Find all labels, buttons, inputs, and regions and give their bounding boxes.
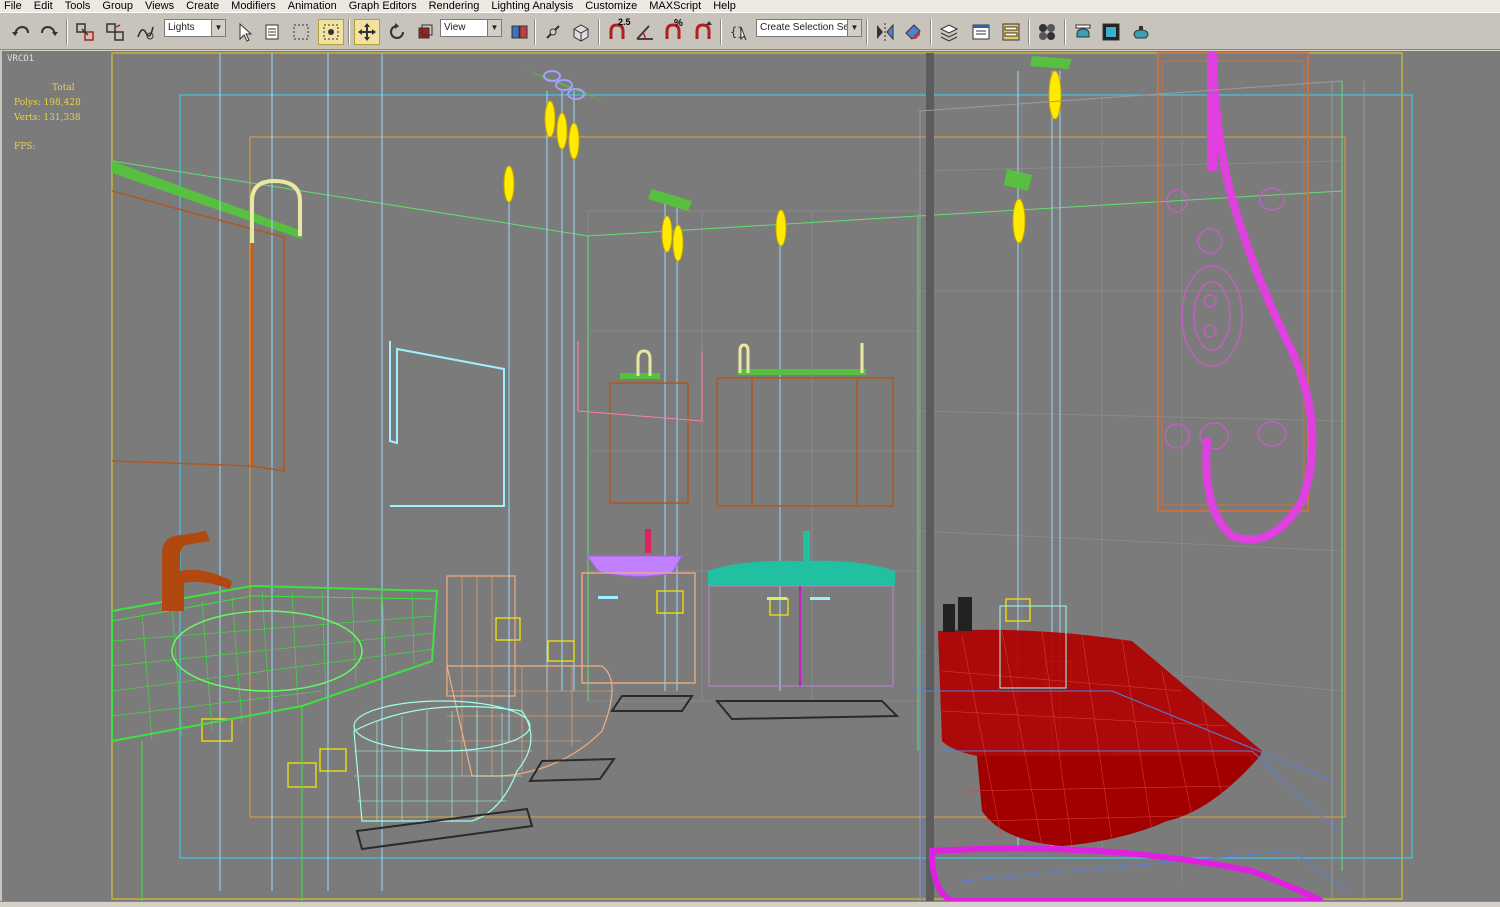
perspective-viewport[interactable]: VRCO1 Total Polys: 198,428 Verts: 131,33… [0,51,1500,901]
faucet-teal [803,531,810,561]
layer-manager-icon[interactable] [936,19,962,45]
magenta-rim [928,845,1324,901]
menu-graph-editors[interactable]: Graph Editors [343,0,423,12]
select-and-move-icon[interactable] [354,19,380,45]
back-mirrors [609,377,894,507]
faucet-bronze [162,531,232,611]
reference-coordinate-dropdown[interactable]: View ▼ [440,19,502,37]
select-and-rotate-icon[interactable] [384,19,410,45]
mirror-icon[interactable] [872,19,898,45]
chevron-down-icon: ▼ [847,20,861,36]
unlink-selection-icon[interactable] [102,19,128,45]
rectangular-selection-region-icon[interactable] [288,19,314,45]
floor-mats [355,695,900,851]
viewport-statistics: Total Polys: 198,428 Verts: 131,338 FPS: [14,81,81,155]
render-production-icon[interactable] [1128,19,1154,45]
menu-help[interactable]: Help [707,0,742,12]
percent-snap-label: % [674,18,683,29]
select-by-name-icon[interactable] [260,19,286,45]
stats-fps: FPS: [14,142,36,152]
chevron-down-icon: ▼ [211,20,225,36]
menu-edit[interactable]: Edit [28,0,59,12]
menu-rendering[interactable]: Rendering [423,0,486,12]
menu-customize[interactable]: Customize [579,0,643,12]
shower-panel [1157,52,1309,512]
stats-total-label: Total [52,83,75,93]
stats-polys: Polys: 198,428 [14,98,81,108]
menu-tools[interactable]: Tools [59,0,97,12]
faucet-pink [645,529,651,553]
curve-editor-icon[interactable] [998,19,1024,45]
toolbar-separator [66,19,68,45]
ceiling-molding [112,161,302,239]
menu-modifiers[interactable]: Modifiers [225,0,282,12]
menu-lighting-analysis[interactable]: Lighting Analysis [485,0,579,12]
toolbar-separator [348,19,350,45]
shower-jets [1164,187,1287,450]
rendered-frame-window-icon[interactable] [1098,19,1124,45]
viewport-label[interactable]: VRCO1 [7,54,34,64]
render-setup-icon[interactable] [1070,19,1096,45]
edit-named-selection-icon[interactable]: {} [726,19,752,45]
selection-filter-dropdown[interactable]: Lights ▼ [164,19,226,37]
main-toolbar: Lights ▼ View ▼ 2.5 % {} Create Selectio… [0,12,1500,50]
named-selection-placeholder: Create Selection Set [760,22,852,33]
toolbar-separator [930,19,932,45]
selection-filter-value: Lights [168,22,195,33]
angle-snap-toggle-icon[interactable] [632,19,658,45]
menu-file[interactable]: File [0,0,28,12]
column-edge [926,53,934,901]
percent-snap-toggle-icon[interactable]: % [660,18,686,45]
left-mirror [111,190,285,472]
window-crossing-icon[interactable] [318,19,344,45]
menu-animation[interactable]: Animation [282,0,343,12]
snaps-toggle-icon[interactable]: 2.5 [604,17,631,45]
toolbar-separator [1028,19,1030,45]
use-pivot-center-icon[interactable] [506,19,532,45]
bind-to-space-warp-icon[interactable] [132,19,158,45]
menu-views[interactable]: Views [139,0,180,12]
window-frame [389,341,505,507]
named-selection-set-dropdown[interactable]: Create Selection Set ▼ [756,19,862,37]
stats-verts: Verts: 131,338 [14,113,81,123]
select-and-scale-icon[interactable] [412,19,438,45]
ceiling-light-plates [524,56,1072,211]
undo-icon[interactable] [8,19,34,45]
toolbar-separator [720,19,722,45]
chevron-down-icon: ▼ [487,20,501,36]
reference-coordinate-value: View [444,22,466,33]
menu-bar: File Edit Tools Group Views Create Modif… [0,0,1500,12]
menu-create[interactable]: Create [180,0,225,12]
wireframe-scene[interactable] [2,51,1500,901]
sink-teal [708,560,895,586]
menu-maxscript[interactable]: MAXScript [643,0,707,12]
select-and-link-icon[interactable] [72,19,98,45]
align-icon[interactable] [900,19,926,45]
redo-icon[interactable] [36,19,62,45]
bathtub [938,597,1262,847]
menu-group[interactable]: Group [96,0,139,12]
graphite-ribbon-icon[interactable] [968,19,994,45]
light-fixtures [503,70,1062,262]
select-and-manipulate-icon[interactable] [540,19,566,45]
shower-hose [1202,51,1317,544]
toolbar-separator [866,19,868,45]
toolbar-separator [534,19,536,45]
toilet-cyan [353,700,532,822]
spinner-snap-toggle-icon[interactable] [690,19,716,45]
toolbar-separator [598,19,600,45]
front-vanity [111,584,439,901]
keyboard-shortcut-override-icon[interactable] [568,19,594,45]
status-bar [0,901,1500,907]
toolbar-separator [1064,19,1066,45]
material-editor-icon[interactable] [1034,19,1060,45]
snap-value-label: 2.5 [618,17,631,27]
select-object-icon[interactable] [232,19,258,45]
